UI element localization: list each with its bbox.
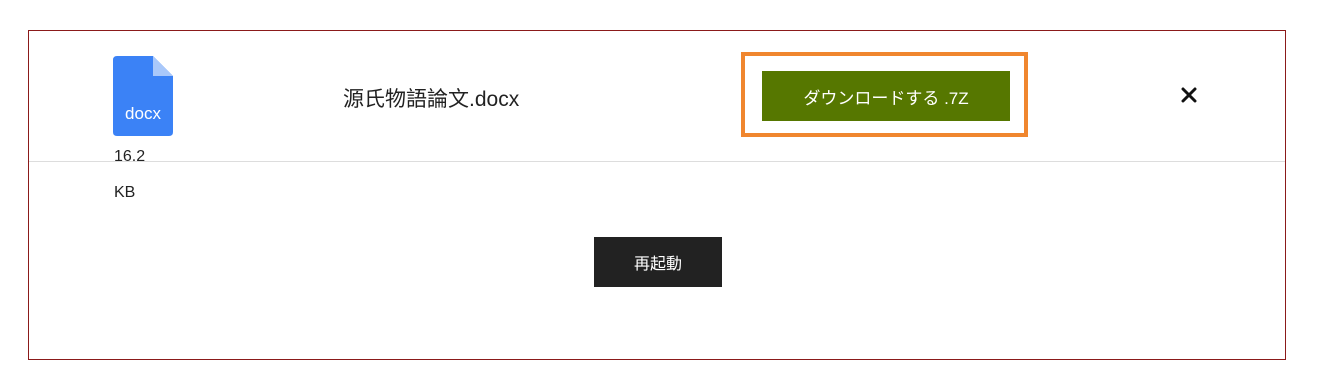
row-divider [29,161,1285,162]
close-button[interactable] [1177,83,1201,107]
file-download-panel: docx 16.2 KB 源氏物語論文.docx ダウンロードする .7Z 再起… [28,30,1286,360]
file-size: 16.2 KB [114,148,146,201]
docx-file-icon: docx [113,56,175,136]
file-name: 源氏物語論文.docx [343,88,520,111]
download-button[interactable]: ダウンロードする .7Z [762,71,1010,121]
close-icon [1181,87,1197,103]
restart-button[interactable]: 再起動 [594,237,722,287]
file-type-label: docx [125,104,161,123]
